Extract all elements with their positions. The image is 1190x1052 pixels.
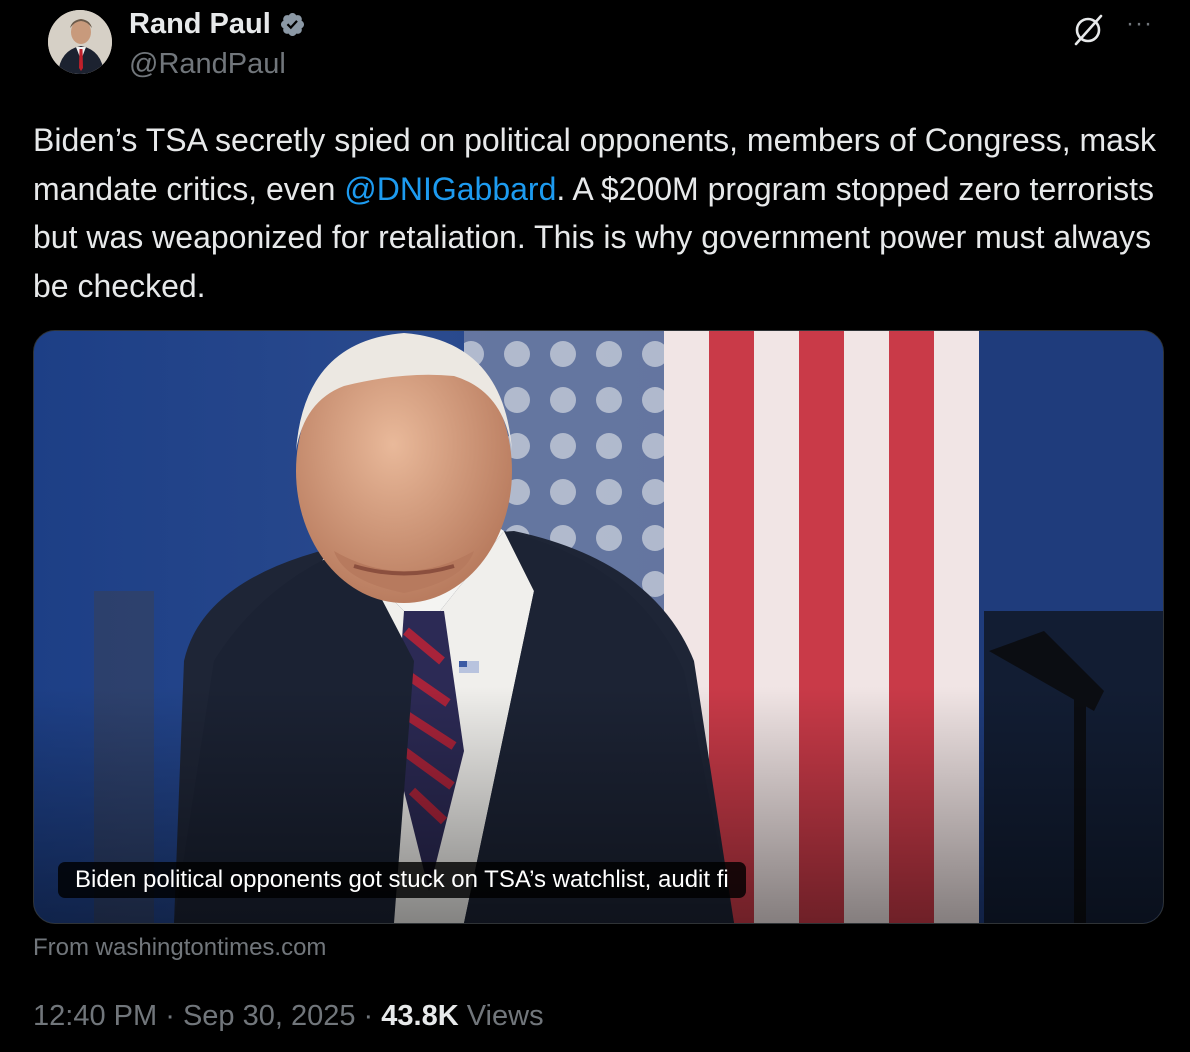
verified-badge-icon	[280, 12, 304, 37]
card-image	[34, 331, 1163, 923]
views-count[interactable]: 43.8K	[381, 1000, 458, 1032]
avatar-photo	[48, 10, 112, 74]
author-name[interactable]: Rand Paul	[129, 8, 306, 41]
views-label: Views	[466, 1000, 544, 1032]
link-card[interactable]: Biden political opponents got stuck on T…	[33, 330, 1164, 924]
meta-separator: ·	[363, 1000, 374, 1032]
tweet-text: Biden’s TSA secretly spied on political …	[33, 116, 1163, 310]
tweet-date[interactable]: Sep 30, 2025	[183, 1000, 356, 1032]
more-options-icon[interactable]: ···	[1126, 12, 1153, 36]
tweet-time[interactable]: 12:40 PM	[33, 1000, 157, 1032]
card-caption: Biden political opponents got stuck on T…	[58, 862, 746, 898]
card-source[interactable]: From washingtontimes.com	[33, 934, 326, 962]
grok-icon[interactable]	[1071, 13, 1105, 47]
author-avatar[interactable]	[48, 10, 112, 74]
author-handle[interactable]: @RandPaul	[129, 48, 286, 81]
tweet-meta: 12:40 PM · Sep 30, 2025 · 43.8K Views	[33, 1000, 544, 1033]
mention-link[interactable]: @DNIGabbard	[344, 171, 556, 207]
tweet: Rand Paul @RandPaul ··· Biden’s TSA secr…	[0, 0, 1190, 1052]
meta-separator: ·	[165, 1000, 175, 1032]
author-name-text[interactable]: Rand Paul	[129, 8, 271, 41]
